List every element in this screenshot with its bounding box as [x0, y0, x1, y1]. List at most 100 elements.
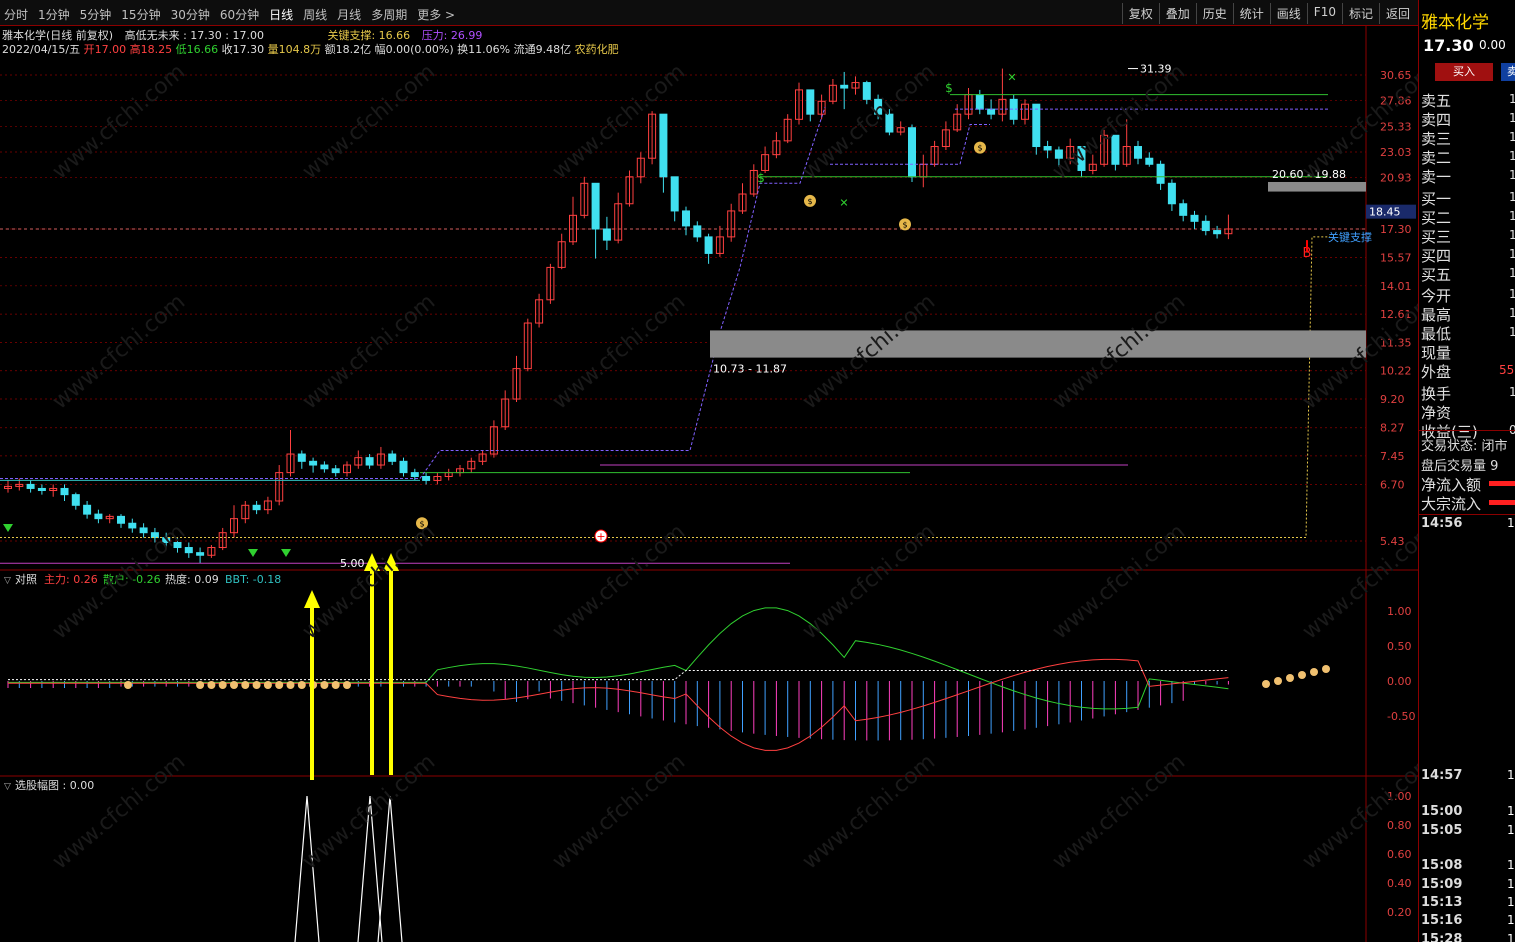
block-inflow-label: 大宗流入: [1421, 495, 1482, 513]
tick-volume: 1: [1507, 932, 1515, 942]
price-axis-label: 8.27: [1380, 422, 1405, 435]
quote-value: 1: [1509, 92, 1515, 106]
watermark: www.cfchi.com: [298, 59, 440, 184]
period-tab[interactable]: 分时: [4, 6, 28, 23]
low-value: 低16.66: [175, 43, 219, 56]
tool-button[interactable]: 画线: [1269, 3, 1307, 24]
watermark: www.cfchi.com: [1048, 749, 1190, 874]
buy-button[interactable]: 买入: [1435, 63, 1493, 81]
tool-button[interactable]: 统计: [1232, 3, 1270, 24]
watermark: www.cfchi.com: [548, 519, 690, 644]
tool-button[interactable]: 历史: [1195, 3, 1233, 24]
hand-icon: [124, 681, 132, 689]
price-axis-label: 23.03: [1380, 146, 1412, 159]
watermark: www.cfchi.com: [798, 519, 940, 644]
period-tab[interactable]: 多周期: [371, 6, 407, 23]
money-bag-icon: $: [902, 220, 907, 229]
panel2-bbt: BBT: -0.18: [225, 573, 281, 586]
sell-button[interactable]: 卖: [1501, 63, 1515, 81]
quote-label: 买四: [1421, 247, 1452, 265]
net-inflow-label: 净流入额: [1421, 476, 1482, 494]
tick-time: 14:56: [1421, 516, 1463, 531]
tick-volume: 1: [1507, 768, 1515, 782]
quote-value: 1: [1509, 325, 1515, 339]
panel2-axis-label: 1.00: [1387, 605, 1412, 618]
watermark: www.cfchi.com: [548, 289, 690, 414]
candle-body: [37, 487, 46, 492]
candle-body: [139, 527, 148, 534]
quote-value: 11: [1509, 385, 1515, 399]
panel3-axis-label: 0.40: [1387, 877, 1412, 890]
tool-button[interactable]: 叠加: [1158, 3, 1196, 24]
period-tab[interactable]: 日线: [269, 6, 293, 23]
quote-value: 1: [1509, 228, 1515, 242]
tick-time: 14:57: [1421, 768, 1463, 783]
candle-body: [682, 210, 690, 227]
tool-button[interactable]: 标记: [1341, 3, 1379, 24]
zone-label: 10.73 - 11.87: [713, 363, 787, 376]
watermark: www.cfchi.com: [798, 59, 940, 184]
period-tab[interactable]: 周线: [303, 6, 327, 23]
period-tab[interactable]: 15分钟: [121, 6, 160, 23]
candle-body: [1145, 157, 1154, 165]
candle-body: [987, 108, 996, 115]
candle-body: [365, 457, 374, 466]
quote-label: 最低: [1421, 325, 1452, 343]
candle-body: [184, 547, 193, 554]
quote-value: 1: [1509, 266, 1515, 280]
tool-button[interactable]: 复权: [1121, 3, 1159, 24]
period-tab[interactable]: 1分钟: [38, 6, 70, 23]
quote-value: 1: [1509, 130, 1515, 144]
signal-spike: [377, 795, 403, 942]
quote-label: 卖二: [1421, 149, 1452, 167]
kline-chart[interactable]: 30.6527.8625.3323.0320.9317.3015.5714.01…: [0, 0, 1418, 942]
candle-body: [388, 453, 397, 462]
tick-time: 15:05: [1421, 823, 1463, 838]
tick-volume: 1: [1507, 913, 1515, 927]
watermark: www.cfchi.com: [298, 749, 440, 874]
candle-body: [196, 552, 205, 556]
panel3-axis-label: 0.80: [1387, 819, 1412, 832]
candle-body: [591, 182, 600, 230]
hand-icon: [297, 681, 306, 689]
amplitude-value: 幅0.00(0.00%): [374, 43, 454, 56]
watermark: www.cfchi.com: [548, 749, 690, 874]
quote-label: 买二: [1421, 209, 1452, 227]
x-signal-icon: ✕: [839, 197, 848, 210]
watermark: www.cfchi.com: [798, 749, 940, 874]
candle-body: [670, 176, 679, 212]
tool-button[interactable]: 返回: [1378, 3, 1416, 24]
quote-sidebar: 雅本化学 17.30 0.00 买入 卖 卖五 1 卖四 1 卖三 1 卖二 1 卖一 1 买一 1 买…: [1418, 0, 1515, 942]
period-tab[interactable]: 5分钟: [80, 6, 112, 23]
down-triangle-icon: [281, 549, 291, 557]
quote-label: 最高: [1421, 306, 1452, 324]
low-annotation: 5.00: [340, 557, 365, 570]
tick-volume: 1: [1507, 858, 1515, 872]
price-axis-label: 10.22: [1380, 365, 1412, 378]
candle-body: [840, 84, 849, 89]
watermark: www.cfchi.com: [1048, 519, 1190, 644]
tick-volume: 1: [1507, 895, 1515, 909]
tool-button[interactable]: F10: [1306, 3, 1342, 24]
tick-time: 15:16: [1421, 913, 1463, 928]
hand-icon: [286, 681, 295, 689]
candle-body: [1156, 163, 1165, 184]
candle-body: [422, 475, 431, 481]
panel2-zhuli: 主力: 0.26: [44, 573, 98, 586]
period-tab[interactable]: 60分钟: [220, 6, 259, 23]
trade-status: 交易状态: 闭市: [1421, 439, 1508, 454]
period-tab[interactable]: 更多 >: [417, 6, 455, 23]
candle-body: [410, 472, 419, 477]
hand-icon: [1286, 674, 1294, 682]
hand-icon: [263, 681, 272, 689]
tick-time: 15:08: [1421, 858, 1463, 873]
price-axis-label: 7.45: [1380, 450, 1405, 463]
quote-label: 净资: [1421, 404, 1452, 422]
period-tab[interactable]: 30分钟: [171, 6, 210, 23]
period-tab[interactable]: 月线: [337, 6, 361, 23]
sidebar-price: 17.30: [1423, 36, 1474, 55]
watermark: www.cfchi.com: [48, 289, 190, 414]
volume-value: 量104.8万: [267, 43, 322, 56]
candle-body: [252, 504, 261, 511]
header-line-2: 2022/04/15/五 开17.00 高18.25 低16.66 收17.30…: [2, 41, 619, 57]
